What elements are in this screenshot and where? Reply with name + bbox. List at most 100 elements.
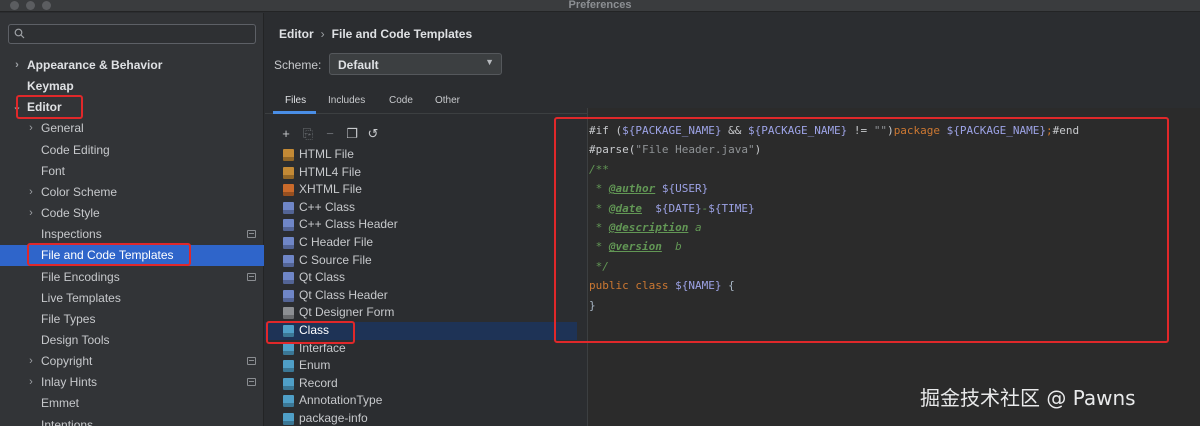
sidebar-item-code-editing[interactable]: Code Editing xyxy=(0,140,264,161)
highlight-code-box xyxy=(554,117,1169,343)
breadcrumb-current: File and Code Templates xyxy=(331,27,473,41)
file-type-icon xyxy=(283,254,294,267)
sidebar-item-general[interactable]: › General xyxy=(0,118,264,139)
sidebar-item-copyright[interactable]: › Copyright xyxy=(0,351,264,372)
template-label: AnnotationType xyxy=(299,393,383,408)
sidebar-item-appearance-behavior[interactable]: › Appearance & Behavior xyxy=(0,55,264,76)
file-type-icon xyxy=(283,413,294,425)
sidebar-item-keymap[interactable]: Keymap xyxy=(0,76,264,97)
template-item[interactable]: package-info xyxy=(265,410,577,426)
highlight-class-box xyxy=(266,321,355,344)
template-item[interactable]: AnnotationType xyxy=(265,392,577,410)
template-item[interactable]: C Header File xyxy=(265,234,577,252)
sidebar-item-label: Inlay Hints xyxy=(41,375,98,390)
chevron-right-icon[interactable]: › xyxy=(26,118,36,139)
template-label: XHTML File xyxy=(299,182,362,197)
sidebar-item-code-style[interactable]: › Code Style xyxy=(0,203,264,224)
sidebar-item-label: Color Scheme xyxy=(41,184,118,199)
template-label: Record xyxy=(299,375,338,390)
file-type-icon xyxy=(283,219,294,232)
highlight-editor-box xyxy=(16,95,83,119)
sidebar-item-color-scheme[interactable]: › Color Scheme xyxy=(0,182,264,203)
template-item[interactable]: C Source File xyxy=(265,252,577,270)
sidebar-item-design-tools[interactable]: Design Tools xyxy=(0,330,264,351)
file-type-icon xyxy=(283,342,294,355)
chevron-right-icon[interactable]: › xyxy=(26,182,36,203)
chevron-right-icon[interactable]: › xyxy=(26,372,36,393)
file-type-icon xyxy=(283,395,294,408)
file-type-icon xyxy=(283,377,294,390)
sidebar-item-label: Live Templates xyxy=(41,290,121,305)
settings-search-input[interactable] xyxy=(8,24,256,44)
chevron-right-icon[interactable]: › xyxy=(12,55,22,76)
file-type-icon xyxy=(283,360,294,373)
template-item[interactable]: HTML4 File xyxy=(265,164,577,182)
file-type-icon xyxy=(283,184,294,197)
breadcrumb-parent[interactable]: Editor xyxy=(279,27,314,41)
template-item[interactable]: XHTML File xyxy=(265,181,577,199)
template-label: Qt Class xyxy=(299,270,346,285)
highlight-file-templates-box xyxy=(27,243,191,266)
sidebar-item-label: Appearance & Behavior xyxy=(27,58,163,72)
duplicate-icon[interactable]: ❐ xyxy=(345,126,359,142)
chevron-down-icon: ▼ xyxy=(485,57,494,67)
sidebar-item-label: Font xyxy=(41,163,66,178)
sidebar-item-font[interactable]: Font xyxy=(0,161,264,182)
tab-files[interactable]: Files xyxy=(285,95,306,106)
template-item[interactable]: HTML File xyxy=(265,146,577,164)
sidebar-item-live-templates[interactable]: Live Templates xyxy=(0,288,264,309)
chevron-right-icon[interactable]: › xyxy=(26,351,36,372)
scheme-label: Scheme: xyxy=(274,58,322,72)
sidebar-item-label: Emmet xyxy=(41,396,80,411)
template-label: C Source File xyxy=(299,252,372,267)
sidebar-item-label: Keymap xyxy=(27,79,74,94)
sidebar-item-label: File Encodings xyxy=(41,269,120,284)
file-type-icon xyxy=(283,149,294,161)
sidebar-item-label: File Types xyxy=(41,311,96,326)
template-label: C Header File xyxy=(299,235,374,249)
project-scope-icon xyxy=(247,230,256,239)
tab-other[interactable]: Other xyxy=(435,95,460,106)
active-tab-indicator xyxy=(273,111,316,114)
tab-includes[interactable]: Includes xyxy=(328,95,365,106)
template-item[interactable]: Qt Class xyxy=(265,269,577,287)
template-item[interactable]: Enum xyxy=(265,357,577,375)
breadcrumb: Editor › File and Code Templates xyxy=(279,27,472,41)
project-scope-icon xyxy=(247,272,256,281)
sidebar-item-emmet[interactable]: Emmet xyxy=(0,393,264,414)
copy-icon[interactable]: ⎘ xyxy=(301,126,315,142)
template-label: HTML4 File xyxy=(299,164,362,179)
template-item[interactable]: Record xyxy=(265,375,577,393)
template-label: HTML File xyxy=(299,147,354,161)
template-label: Qt Class Header xyxy=(299,287,388,302)
template-label: C++ Class Header xyxy=(299,217,398,232)
scheme-dropdown[interactable]: Default ▼ xyxy=(329,53,502,75)
template-label: Enum xyxy=(299,358,331,373)
breadcrumb-separator: › xyxy=(320,27,325,41)
project-scope-icon xyxy=(247,357,256,366)
watermark: 掘金技术社区 @ Pawns xyxy=(920,386,1136,410)
search-icon xyxy=(14,28,25,39)
tab-code[interactable]: Code xyxy=(389,95,413,106)
template-item[interactable]: C++ Class Header xyxy=(265,216,577,234)
template-item[interactable]: Qt Designer Form xyxy=(265,304,577,322)
sidebar-item-label: Design Tools xyxy=(41,332,110,347)
template-item[interactable]: Qt Class Header xyxy=(265,287,577,305)
reset-icon[interactable]: ↺ xyxy=(366,126,380,142)
template-item[interactable]: C++ Class xyxy=(265,199,577,217)
file-type-icon xyxy=(283,166,294,179)
sidebar-item-inlay-hints[interactable]: › Inlay Hints xyxy=(0,372,264,393)
sidebar-item-intentions[interactable]: Intentions xyxy=(0,415,264,426)
file-type-icon xyxy=(283,289,294,302)
template-label: package-info xyxy=(299,411,368,425)
chevron-right-icon[interactable]: › xyxy=(26,203,36,224)
sidebar-item-label: Copyright xyxy=(41,354,93,369)
sidebar-item-file-types[interactable]: File Types xyxy=(0,309,264,330)
sidebar-item-label: Code Style xyxy=(41,206,100,221)
template-label: C++ Class xyxy=(299,199,356,214)
add-icon[interactable]: + xyxy=(279,126,293,142)
sidebar-item-file-encodings[interactable]: File Encodings xyxy=(0,267,264,288)
sidebar-item-label: Code Editing xyxy=(41,142,110,157)
file-type-icon xyxy=(283,237,294,249)
remove-icon[interactable]: − xyxy=(323,126,337,142)
